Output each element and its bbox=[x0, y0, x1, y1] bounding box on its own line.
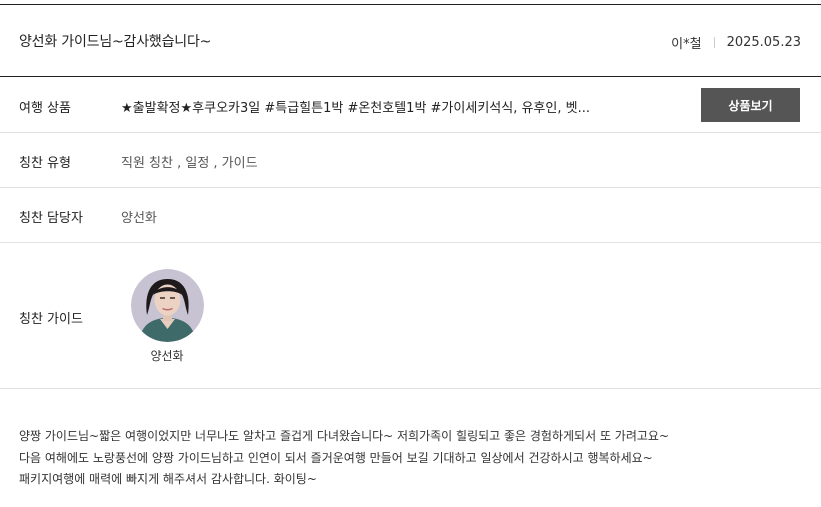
review-body: 양짱 가이드님~짧은 여행이었지만 너무나도 알차고 즐겁게 다녀왔습니다~ 저… bbox=[19, 426, 809, 491]
praise-type-label: 칭찬 유형 bbox=[19, 156, 71, 171]
praise-type-row: 칭찬 유형 직원 칭찬 , 일정 , 가이드 bbox=[0, 133, 821, 188]
view-product-button[interactable]: 상품보기 bbox=[701, 88, 800, 122]
guide-name: 양선화 bbox=[150, 349, 184, 363]
review-body-line: 양짱 가이드님~짧은 여행이었지만 너무나도 알차고 즐겁게 다녀왔습니다~ 저… bbox=[19, 429, 670, 443]
review-title: 양선화 가이드님~감사했습니다~ bbox=[19, 34, 212, 50]
review-body-line: 다음 여해에도 노랑풍선에 양짱 가이드님하고 인연이 되서 즐거운여행 만들어… bbox=[19, 450, 653, 465]
praise-guide-label: 칭찬 가이드 bbox=[19, 312, 83, 327]
product-name: ★출발확정★후쿠오카3일 #특급힐튼1박 #온천호텔1박 #가이세키석식, 유후… bbox=[121, 101, 590, 116]
review-header: 양선화 가이드님~감사했습니다~ 이*철 2025.05.23 bbox=[0, 5, 821, 77]
praise-staff-value: 양선화 bbox=[121, 211, 157, 226]
author-name: 이*철 bbox=[671, 37, 702, 52]
praise-staff-label: 칭찬 담당자 bbox=[19, 211, 83, 226]
product-label: 여행 상품 bbox=[19, 101, 71, 116]
praise-guide-row: 칭찬 가이드 양선화 bbox=[0, 243, 821, 389]
product-row: 여행 상품 ★출발확정★후쿠오카3일 #특급힐튼1박 #온천호텔1박 #가이세키… bbox=[0, 78, 821, 133]
review-body-line: 패키지여행에 매력에 빠지게 해주셔서 감사합니다. 화이팅~ bbox=[19, 472, 317, 486]
guide-avatar bbox=[130, 269, 204, 342]
praise-type-value: 직원 칭찬 , 일정 , 가이드 bbox=[121, 156, 258, 171]
guide-card[interactable]: 양선화 bbox=[130, 269, 204, 364]
praise-staff-row: 칭찬 담당자 양선화 bbox=[0, 188, 821, 243]
meta-separator bbox=[713, 37, 715, 48]
review-date: 2025.05.23 bbox=[726, 35, 801, 50]
review-meta: 이*철 2025.05.23 bbox=[671, 33, 801, 52]
